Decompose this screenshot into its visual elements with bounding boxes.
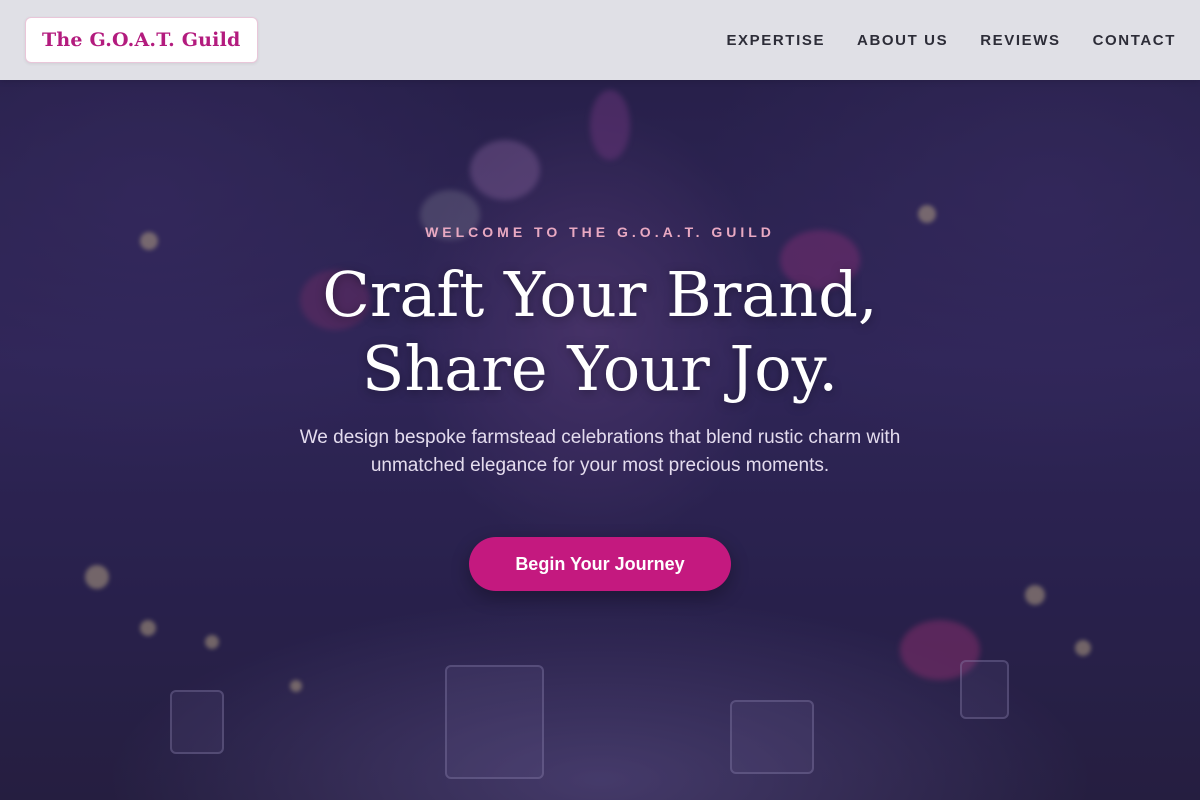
hero-section: WELCOME TO THE G.O.A.T. GUILD Craft Your… [0, 80, 1200, 800]
begin-journey-button[interactable]: Begin Your Journey [469, 537, 731, 591]
site-header: The G.O.A.T. Guild EXPERTISE ABOUT US RE… [0, 0, 1200, 80]
hero-tagline: We design bespoke farmstead celebrations… [299, 427, 901, 476]
nav-link-about-us[interactable]: ABOUT US [857, 32, 948, 49]
nav-link-expertise[interactable]: EXPERTISE [726, 32, 825, 49]
page: The G.O.A.T. Guild EXPERTISE ABOUT US RE… [0, 0, 1200, 800]
nav-link-contact[interactable]: CONTACT [1093, 32, 1176, 49]
hero-headline: Craft Your Brand, Share Your Joy. [0, 258, 1200, 406]
hero-headline-line-2: Share Your Joy. [361, 332, 839, 405]
brand-name: The G.O.A.T. Guild [42, 29, 241, 51]
main-nav: EXPERTISE ABOUT US REVIEWS CONTACT [726, 0, 1176, 80]
hero-eyebrow: WELCOME TO THE G.O.A.T. GUILD [425, 224, 775, 240]
nav-link-reviews[interactable]: REVIEWS [980, 32, 1060, 49]
hero-headline-line-1: Craft Your Brand, [322, 258, 878, 331]
brand-logo[interactable]: The G.O.A.T. Guild [25, 17, 258, 63]
